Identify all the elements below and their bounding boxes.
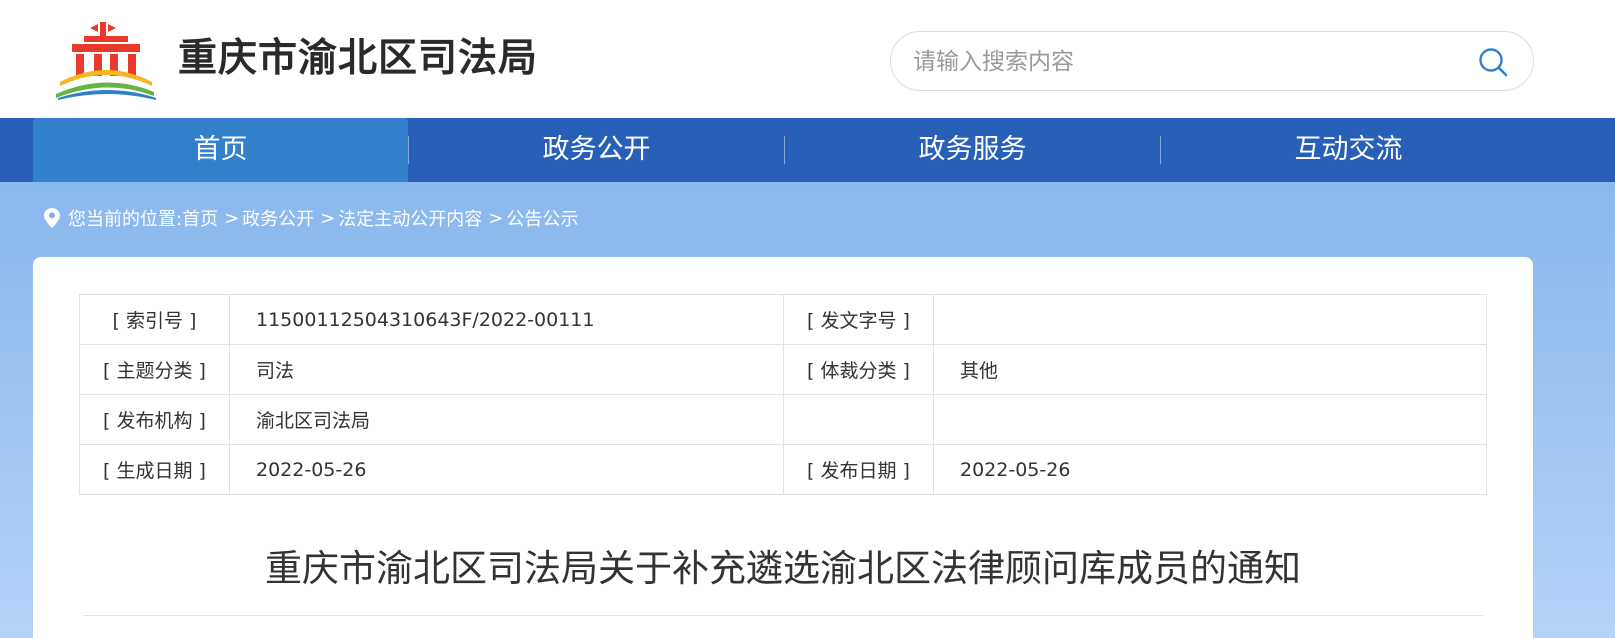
doc-number-label: [ 发文字号 ] xyxy=(783,294,934,345)
main-nav: 首页 政务公开 政务服务 互动交流 xyxy=(0,118,1615,182)
table-row: [ 索引号 ] 11500112504310643F/2022-00111 [ … xyxy=(79,294,1487,345)
published-date-label: [ 发布日期 ] xyxy=(783,444,934,495)
search-box xyxy=(890,31,1534,91)
nav-item-home[interactable]: 首页 xyxy=(33,118,408,182)
location-pin-icon xyxy=(44,208,60,228)
document-meta-table: [ 索引号 ] 11500112504310643F/2022-00111 [ … xyxy=(79,294,1487,495)
content-card: [ 索引号 ] 11500112504310643F/2022-00111 [ … xyxy=(33,257,1533,638)
breadcrumb-separator: > xyxy=(488,207,504,229)
table-row: [ 生成日期 ] 2022-05-26 [ 发布日期 ] 2022-05-26 xyxy=(79,444,1487,495)
publisher-label: [ 发布机构 ] xyxy=(79,394,230,445)
publisher-value: 渝北区司法局 xyxy=(229,394,784,445)
table-row: [ 发布机构 ] 渝北区司法局 xyxy=(79,394,1487,445)
breadcrumb-home[interactable]: 首页 xyxy=(182,205,218,231)
index-number-value: 11500112504310643F/2022-00111 xyxy=(229,294,784,345)
site-logo[interactable] xyxy=(54,22,158,100)
site-title: 重庆市渝北区司法局 xyxy=(178,36,539,81)
breadcrumb-gov-affairs[interactable]: 政务公开 xyxy=(242,205,314,231)
created-date-value: 2022-05-26 xyxy=(229,444,784,495)
genre-category-label: [ 体裁分类 ] xyxy=(783,344,934,395)
nav-item-gov-services[interactable]: 政务服务 xyxy=(785,118,1160,182)
published-date-value: 2022-05-26 xyxy=(933,444,1487,495)
breadcrumb-prefix: 您当前的位置: xyxy=(68,209,183,230)
doc-number-value xyxy=(933,294,1487,345)
empty-cell xyxy=(783,394,934,445)
table-row: [ 主题分类 ] 司法 [ 体裁分类 ] 其他 xyxy=(79,344,1487,395)
breadcrumb-statutory-content[interactable]: 法定主动公开内容 xyxy=(338,205,482,231)
topic-category-label: [ 主题分类 ] xyxy=(79,344,230,395)
search-icon[interactable] xyxy=(1477,46,1509,78)
site-header: 重庆市渝北区司法局 xyxy=(0,0,1615,118)
breadcrumb: 您当前的位置: 首页 > 政务公开 > 法定主动公开内容 > 公告公示 xyxy=(44,204,578,232)
search-input[interactable] xyxy=(913,44,1433,80)
topic-category-value: 司法 xyxy=(229,344,784,395)
breadcrumb-announcements[interactable]: 公告公示 xyxy=(506,205,578,231)
nav-item-gov-affairs[interactable]: 政务公开 xyxy=(409,118,784,182)
breadcrumb-separator: > xyxy=(224,207,240,229)
created-date-label: [ 生成日期 ] xyxy=(79,444,230,495)
genre-category-value: 其他 xyxy=(933,344,1487,395)
breadcrumb-separator: > xyxy=(320,207,336,229)
nav-item-interaction[interactable]: 互动交流 xyxy=(1161,118,1536,182)
empty-cell xyxy=(933,394,1487,445)
index-number-label: [ 索引号 ] xyxy=(79,294,230,345)
article-title: 重庆市渝北区司法局关于补充遴选渝北区法律顾问库成员的通知 xyxy=(265,547,1301,590)
title-divider xyxy=(83,615,1483,616)
